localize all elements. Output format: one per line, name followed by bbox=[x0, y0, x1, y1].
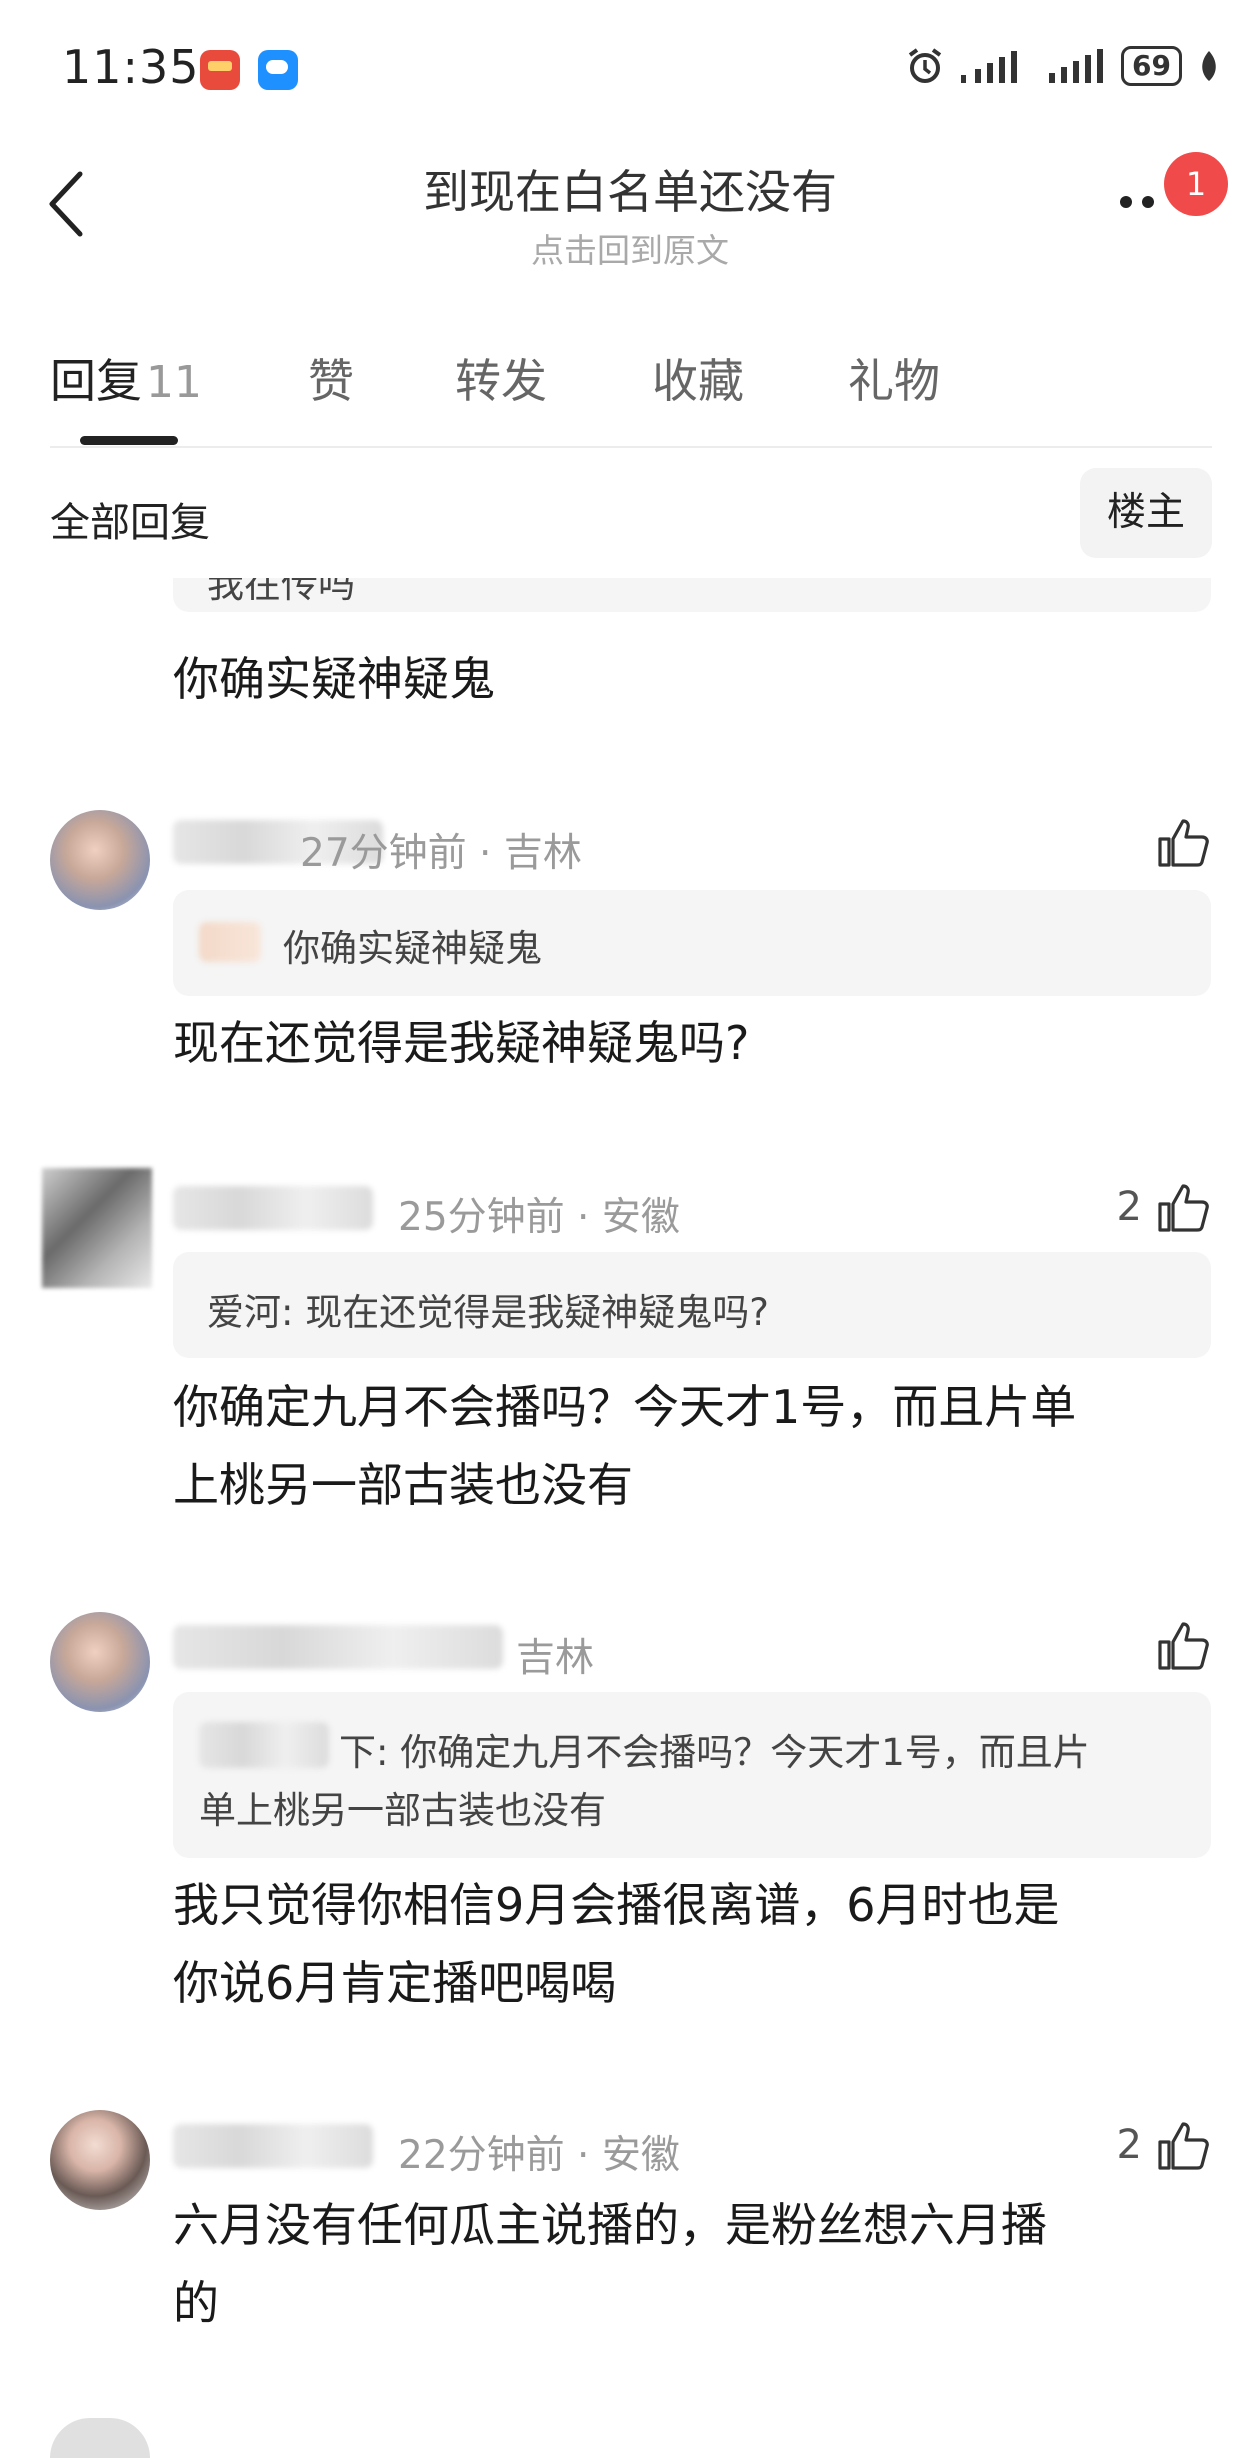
avatar[interactable] bbox=[42, 1168, 152, 1288]
status-time: 11:35 bbox=[62, 40, 200, 94]
comment-body-line: 六月没有任何瓜主说播的，是粉丝想六月播 bbox=[173, 2198, 1047, 2252]
comment-body-line: 你确定九月不会播吗？今天才1号，而且片单 bbox=[173, 1380, 1077, 1434]
comment-meta: 22分钟前 · 安徽 bbox=[398, 2133, 680, 2178]
comment-location: 安徽 bbox=[601, 1195, 680, 1240]
leaf-icon bbox=[1202, 51, 1216, 81]
quote-text-line: 单上桃另一部古装也没有 bbox=[199, 1789, 606, 1832]
alarm-icon bbox=[908, 48, 942, 83]
like-count: 2 bbox=[1116, 1184, 1142, 1230]
signal-icon bbox=[1049, 49, 1104, 83]
thumbs-up-icon bbox=[1158, 819, 1209, 867]
tab-replies-count: 11 bbox=[146, 357, 202, 408]
weather-icon bbox=[258, 50, 298, 90]
comment-body: 现在还觉得是我疑神疑鬼吗? bbox=[173, 1016, 750, 1070]
like-button[interactable] bbox=[1156, 1618, 1210, 1672]
post-title[interactable]: 到现在白名单还没有 bbox=[0, 156, 1260, 222]
username-blurred[interactable] bbox=[173, 2124, 373, 2168]
comment-body-line: 上桃另一部古装也没有 bbox=[173, 1458, 633, 1512]
app-notification-icon bbox=[200, 50, 240, 90]
comment-body-line: 的 bbox=[173, 2276, 219, 2330]
thumbs-up-icon bbox=[1158, 1184, 1209, 1232]
username-blurred[interactable] bbox=[173, 1186, 373, 1230]
comment-partial: 我在传吗 bbox=[0, 578, 1260, 638]
quote-box: 我在传吗 bbox=[173, 578, 1211, 612]
comment-location: 吉林 bbox=[503, 831, 582, 876]
like-button[interactable] bbox=[1156, 815, 1210, 869]
thumbs-up-icon bbox=[1158, 2122, 1209, 2170]
username-blurred[interactable] bbox=[173, 1625, 503, 1669]
back-to-original-link[interactable]: 点击回到原文 bbox=[0, 224, 1260, 272]
comment-time: 22分钟前 bbox=[398, 2133, 565, 2178]
tab-favorites[interactable]: 收藏 bbox=[652, 345, 744, 411]
comment-location: 吉林 bbox=[516, 1636, 595, 1681]
comment-time: 25分钟前 bbox=[398, 1195, 565, 1240]
comment-body-line: 你说6月肯定播吧喝喝 bbox=[173, 1956, 617, 2010]
comment-meta: 25分钟前 · 安徽 bbox=[398, 1195, 680, 1240]
tab-gifts[interactable]: 礼物 bbox=[848, 345, 940, 411]
notification-badge: 1 bbox=[1164, 152, 1228, 216]
all-replies-filter[interactable]: 全部回复 bbox=[50, 490, 210, 548]
tab-replies-label: 回复 bbox=[50, 354, 142, 408]
quote-box[interactable]: 爱河: 现在还觉得是我疑神疑鬼吗? bbox=[173, 1252, 1211, 1358]
comment-body: 你确实疑神疑鬼 bbox=[173, 652, 495, 706]
like-button[interactable]: 2 bbox=[1117, 2118, 1210, 2172]
avatar[interactable] bbox=[50, 810, 150, 910]
tab-likes[interactable]: 赞 bbox=[308, 345, 354, 411]
like-count: 2 bbox=[1116, 2122, 1142, 2168]
avatar[interactable] bbox=[50, 2418, 150, 2458]
signal-icon bbox=[961, 51, 1018, 83]
comment-body-line: 我只觉得你相信9月会播很离谱，6月时也是 bbox=[173, 1878, 1060, 1932]
tab-divider bbox=[50, 446, 1212, 448]
tab-replies[interactable]: 回复11 bbox=[50, 345, 202, 411]
comment-time: 27分钟前 bbox=[300, 831, 467, 876]
tab-reposts[interactable]: 转发 bbox=[455, 345, 547, 411]
quote-text: 爱河: 现在还觉得是我疑神疑鬼吗? bbox=[207, 1291, 769, 1334]
comment-location: 安徽 bbox=[601, 2133, 680, 2178]
like-button[interactable]: 2 bbox=[1117, 1180, 1210, 1234]
thumbs-up-icon bbox=[1158, 1622, 1209, 1670]
quote-box[interactable]: 你确实疑神疑鬼 bbox=[173, 890, 1211, 996]
quote-text: 我在传吗 bbox=[207, 578, 355, 606]
quote-text: 你确实疑神疑鬼 bbox=[283, 927, 542, 970]
active-tab-indicator bbox=[80, 436, 178, 445]
quote-text-line: 下: 你确定九月不会播吗？今天才1号，而且片 bbox=[339, 1731, 1090, 1774]
quoted-username-blurred bbox=[199, 922, 261, 962]
status-icons: 69 bbox=[905, 46, 1220, 86]
comment-meta: 27分钟前 · 吉林 bbox=[300, 831, 582, 876]
more-options-icon[interactable] bbox=[1120, 196, 1154, 208]
quote-box[interactable]: 下: 你确定九月不会播吗？今天才1号，而且片 单上桃另一部古装也没有 bbox=[173, 1692, 1211, 1858]
avatar[interactable] bbox=[50, 1612, 150, 1712]
quoted-username-blurred bbox=[199, 1722, 329, 1768]
avatar[interactable] bbox=[50, 2110, 150, 2210]
battery-icon: 69 bbox=[1121, 46, 1182, 86]
owner-only-button[interactable]: 楼主 bbox=[1080, 468, 1212, 558]
